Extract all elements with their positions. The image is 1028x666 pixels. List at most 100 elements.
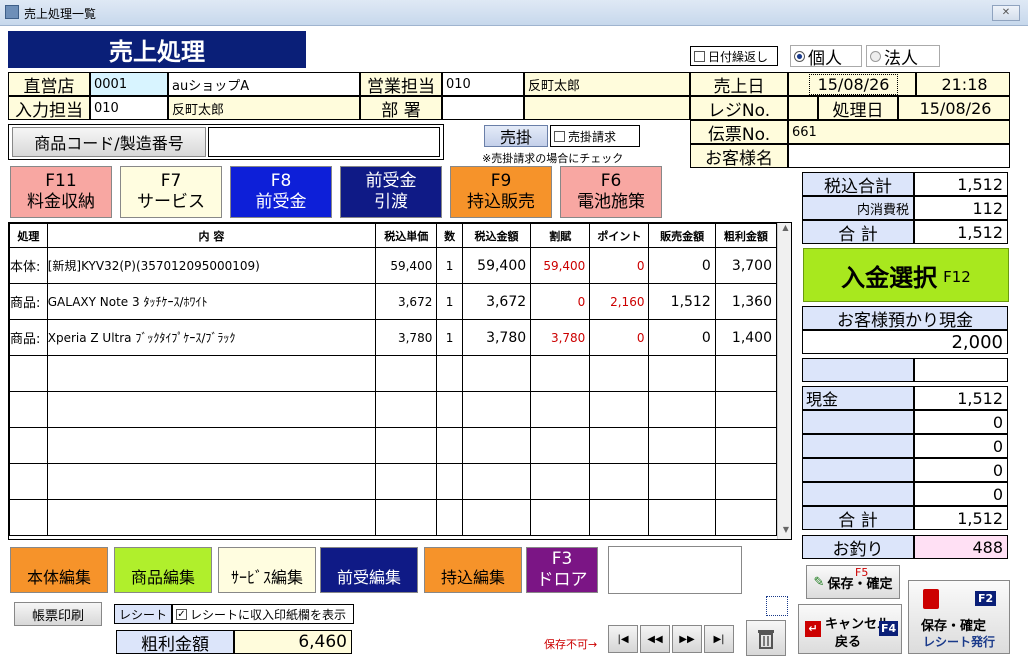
last-record-button[interactable]: ▶| xyxy=(704,625,734,653)
cell-qty: 1 xyxy=(436,247,463,284)
profit-value: 6,460 xyxy=(234,630,352,654)
cell-content: Xperia Z Ultra ﾌﾞｯｸﾀｲﾌﾟｹｰｽ/ﾌﾞﾗｯｸ xyxy=(46,319,377,356)
scroll-down-icon[interactable]: ▼ xyxy=(778,525,791,539)
cell-type: 本体: xyxy=(9,247,48,284)
trash-icon xyxy=(758,630,774,649)
credit-button[interactable]: 売掛 xyxy=(484,125,548,147)
date-repeat-checkbox[interactable]: 日付繰返し xyxy=(690,46,778,66)
cell-sale: 0 xyxy=(648,319,716,356)
payment-type-5 xyxy=(802,482,914,506)
product-code-button[interactable]: 商品コード/製造番号 xyxy=(12,127,206,157)
cancel-button[interactable]: ↵ キャンセル 戻る F4 xyxy=(798,604,902,654)
customer-input[interactable] xyxy=(788,144,1010,168)
sales-date-input[interactable]: 15/08/26 xyxy=(788,72,916,96)
product-code-input[interactable] xyxy=(208,127,440,157)
table-scrollbar[interactable]: ▲ ▼ xyxy=(777,223,791,539)
table-row[interactable] xyxy=(9,463,778,500)
deposit-input[interactable]: 2,000 xyxy=(802,330,1008,354)
cell-qty: 1 xyxy=(436,283,463,320)
f9-key: F9 xyxy=(490,171,512,191)
col-header: 内 容 xyxy=(46,223,377,248)
cell-profit: 3,700 xyxy=(714,247,778,284)
sales-table-container: 処理 内 容 税込単価 数 税込金額 割賦 ポイント 販売金額 粗利金額 本体:… xyxy=(8,222,792,540)
print-doc-icon xyxy=(923,589,939,609)
date-label: 売上日 xyxy=(690,72,788,97)
store-code-input[interactable]: 0001 xyxy=(90,72,168,96)
advance-handover-button[interactable]: 前受金 引渡 xyxy=(340,166,442,218)
f8-advance-button[interactable]: F8 前受金 xyxy=(230,166,332,218)
service-edit-button[interactable]: ｻｰﾋﾞｽ編集 xyxy=(218,547,316,593)
product-edit-button[interactable]: 商品編集 xyxy=(114,547,212,593)
window-title: 売上処理一覧 xyxy=(24,7,97,21)
cell-points: 0 xyxy=(589,319,650,356)
table-row[interactable] xyxy=(9,427,778,464)
f7-service-button[interactable]: F7 サービス xyxy=(120,166,222,218)
col-header: 割賦 xyxy=(530,223,591,248)
f11-fee-button[interactable]: F11 料金収納 xyxy=(10,166,112,218)
prev-record-button[interactable]: ◀◀ xyxy=(640,625,670,653)
table-row[interactable]: 商品: Xperia Z Ultra ﾌﾞｯｸﾀｲﾌﾟｹｰｽ/ﾌﾞﾗｯｸ 3,7… xyxy=(9,319,778,356)
table-row[interactable]: 本体: [新規]KYV32(P)(357012095000109) 59,400… xyxy=(9,247,778,284)
payment-select-button[interactable]: 入金選択 F12 xyxy=(803,248,1009,302)
cell-installment: 59,400 xyxy=(530,247,591,284)
back-label: 戻る xyxy=(835,635,862,650)
table-row[interactable] xyxy=(9,499,778,536)
next-record-button[interactable]: ▶▶ xyxy=(672,625,702,653)
cash-value: 1,512 xyxy=(914,386,1008,410)
f3-key: F3 xyxy=(551,549,573,569)
dept-label: 部 署 xyxy=(360,96,442,121)
cell-sale: 1,512 xyxy=(648,283,716,320)
f11-key: F11 xyxy=(45,171,77,191)
first-record-button[interactable]: |◀ xyxy=(608,625,638,653)
sum2-value: 1,512 xyxy=(914,506,1008,530)
body-edit-button[interactable]: 本体編集 xyxy=(10,547,108,593)
inner-tax-value: 112 xyxy=(914,196,1008,220)
f11-label: 料金収納 xyxy=(27,192,95,212)
print-button[interactable]: 帳票印刷 xyxy=(14,602,102,626)
cell-profit: 1,360 xyxy=(714,283,778,320)
close-button[interactable]: ✕ xyxy=(992,5,1020,21)
carry-edit-button[interactable]: 持込編集 xyxy=(424,547,522,593)
save-receipt-button[interactable]: F2 保存・確定 レシート発行 xyxy=(908,580,1010,654)
cell-installment: 0 xyxy=(530,283,591,320)
cell-points: 2,160 xyxy=(589,283,650,320)
table-row[interactable] xyxy=(9,391,778,428)
col-header: 税込金額 xyxy=(461,223,532,248)
dept-code-input[interactable] xyxy=(442,96,524,120)
cell-sale: 0 xyxy=(648,247,716,284)
cell-amount: 3,780 xyxy=(461,319,532,356)
cell-type: 商品: xyxy=(9,283,48,320)
checked-icon: ✓ xyxy=(176,608,187,620)
payment-type-3 xyxy=(802,434,914,458)
col-header: 税込単価 xyxy=(375,223,438,248)
change-value: 488 xyxy=(914,535,1008,559)
delete-button[interactable] xyxy=(746,620,786,656)
f7-label: サービス xyxy=(137,192,205,212)
receipt-stamp-checkbox[interactable]: ✓ レシートに収入印紙欄を表示 xyxy=(172,604,354,624)
proc-date-field: 15/08/26 xyxy=(898,96,1010,120)
payment-blank-label xyxy=(802,358,914,382)
sales-code-input[interactable]: 010 xyxy=(442,72,524,96)
deposit-label: お客様預かり現金 xyxy=(802,306,1008,331)
table-row[interactable] xyxy=(9,355,778,392)
save-key: F5 xyxy=(855,566,869,579)
change-label: お釣り xyxy=(802,535,914,560)
advance-edit-button[interactable]: 前受編集 xyxy=(320,547,418,593)
return-icon: ↵ xyxy=(805,621,821,637)
credit-checkbox[interactable]: 売掛請求 xyxy=(550,125,640,147)
sales-name-field: 反町太郎 xyxy=(524,72,690,96)
cell-profit: 1,400 xyxy=(714,319,778,356)
input-code-input[interactable]: 010 xyxy=(90,96,168,120)
slip-field: 661 xyxy=(788,120,1010,144)
scroll-up-icon[interactable]: ▲ xyxy=(778,223,791,239)
f6-battery-button[interactable]: F6 電池施策 xyxy=(560,166,662,218)
corp-radio[interactable]: 法人 xyxy=(866,45,940,69)
register-field xyxy=(788,96,818,120)
cell-installment: 3,780 xyxy=(530,319,591,356)
person-radio[interactable]: 個人 xyxy=(790,45,862,69)
table-row[interactable]: 商品: GALAXY Note 3 ﾀｯﾁｹｰｽ/ﾎﾜｲﾄ 3,672 1 3,… xyxy=(9,283,778,320)
save-confirm-button[interactable]: ✎ 保存・確定 F5 xyxy=(806,565,900,599)
f3-drawer-button[interactable]: F3 ドロア xyxy=(526,547,598,593)
f9-carry-button[interactable]: F9 持込販売 xyxy=(450,166,552,218)
memo-field[interactable] xyxy=(608,546,742,594)
